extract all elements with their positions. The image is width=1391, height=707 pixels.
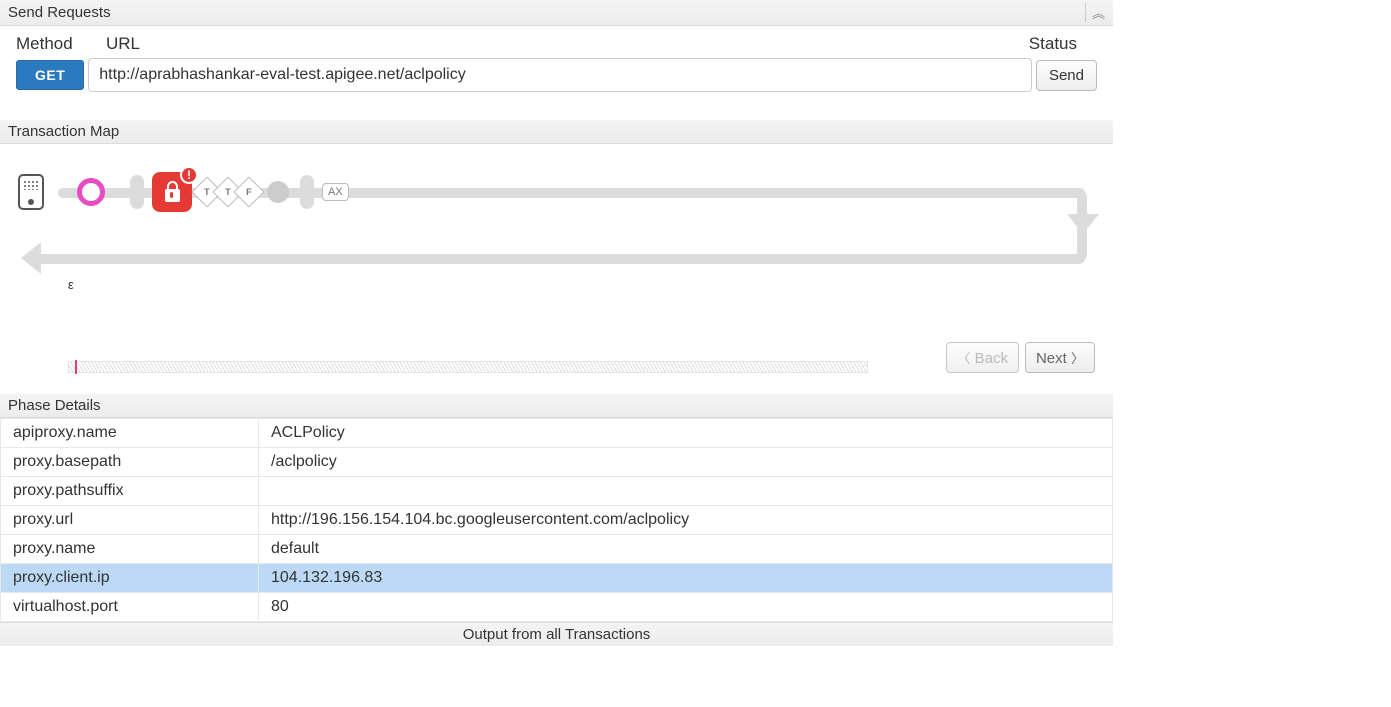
method-label: Method bbox=[16, 34, 106, 54]
epsilon-label: ε bbox=[68, 277, 1095, 292]
phase-key: virtualhost.port bbox=[1, 593, 259, 622]
phase-key: proxy.client.ip bbox=[1, 564, 259, 593]
transaction-map-header: Transaction Map bbox=[0, 120, 1113, 144]
url-input[interactable] bbox=[88, 58, 1032, 92]
timeline-bar[interactable] bbox=[68, 361, 868, 373]
phase-value: /aclpolicy bbox=[259, 448, 1113, 477]
status-label: Status bbox=[997, 34, 1097, 54]
client-phone-icon[interactable] bbox=[18, 174, 44, 210]
url-label: URL bbox=[106, 34, 997, 54]
chevron-left-icon: 〈 bbox=[957, 351, 970, 366]
table-row[interactable]: proxy.pathsuffix bbox=[1, 477, 1113, 506]
output-footer[interactable]: Output from all Transactions bbox=[0, 622, 1113, 646]
pill-divider bbox=[130, 175, 144, 209]
transaction-flow: ! T T F AX bbox=[18, 162, 1095, 277]
send-requests-title: Send Requests bbox=[8, 4, 111, 21]
lock-policy-node[interactable]: ! bbox=[152, 172, 192, 212]
lock-icon bbox=[165, 189, 180, 202]
table-row[interactable]: proxy.namedefault bbox=[1, 535, 1113, 564]
phase-key: proxy.url bbox=[1, 506, 259, 535]
condition-diamond-3[interactable]: F bbox=[233, 176, 264, 207]
send-button[interactable]: Send bbox=[1036, 60, 1097, 91]
phase-key: apiproxy.name bbox=[1, 419, 259, 448]
phase-value: http://196.156.154.104.bc.googleusercont… bbox=[259, 506, 1113, 535]
transaction-map-title: Transaction Map bbox=[8, 123, 119, 140]
error-badge-icon: ! bbox=[180, 166, 198, 184]
phase-value bbox=[259, 477, 1113, 506]
flow-bar-bottom bbox=[30, 254, 1085, 264]
phase-key: proxy.basepath bbox=[1, 448, 259, 477]
table-row[interactable]: apiproxy.nameACLPolicy bbox=[1, 419, 1113, 448]
phase-key: proxy.name bbox=[1, 535, 259, 564]
next-button[interactable]: Next 〉 bbox=[1025, 342, 1095, 373]
send-requests-header: Send Requests ︽ bbox=[0, 0, 1113, 26]
arrow-down-icon bbox=[1067, 214, 1099, 234]
phase-value: default bbox=[259, 535, 1113, 564]
back-button[interactable]: 〈 Back bbox=[946, 342, 1019, 373]
circle-node[interactable] bbox=[77, 178, 105, 206]
ax-tag[interactable]: AX bbox=[322, 183, 349, 201]
chevron-right-icon: 〉 bbox=[1071, 351, 1084, 366]
table-row[interactable]: proxy.basepath/aclpolicy bbox=[1, 448, 1113, 477]
arrow-left-icon bbox=[21, 242, 41, 274]
solid-circle-node[interactable] bbox=[267, 181, 289, 203]
phase-value: 80 bbox=[259, 593, 1113, 622]
method-button[interactable]: GET bbox=[16, 60, 84, 90]
table-row[interactable]: proxy.client.ip104.132.196.83 bbox=[1, 564, 1113, 593]
collapse-icon[interactable]: ︽ bbox=[1085, 3, 1105, 22]
table-row[interactable]: virtualhost.port80 bbox=[1, 593, 1113, 622]
phase-value: 104.132.196.83 bbox=[259, 564, 1113, 593]
phase-value: ACLPolicy bbox=[259, 419, 1113, 448]
phase-details-title: Phase Details bbox=[8, 397, 101, 414]
phase-details-table: apiproxy.nameACLPolicyproxy.basepath/acl… bbox=[0, 418, 1113, 622]
table-row[interactable]: proxy.urlhttp://196.156.154.104.bc.googl… bbox=[1, 506, 1113, 535]
phase-details-header: Phase Details bbox=[0, 394, 1113, 418]
phase-key: proxy.pathsuffix bbox=[1, 477, 259, 506]
pill-divider bbox=[300, 175, 314, 209]
